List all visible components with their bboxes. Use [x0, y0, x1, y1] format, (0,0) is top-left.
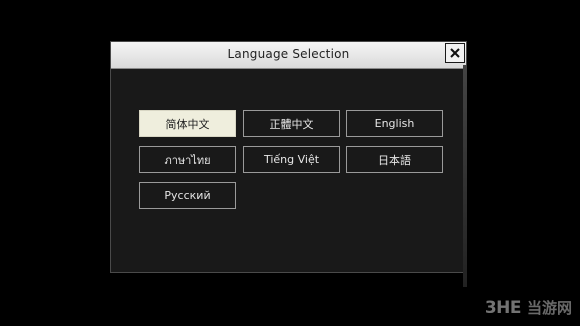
language-button-thai[interactable]: ภาษาไทย [139, 146, 236, 173]
language-button-japanese[interactable]: 日本語 [346, 146, 443, 173]
watermark-logo: 3HE [484, 297, 522, 318]
watermark: 3HE 当游网 [485, 297, 572, 318]
close-x-icon [450, 48, 460, 58]
close-button[interactable] [445, 43, 465, 63]
language-button-russian[interactable]: Русский [139, 182, 236, 209]
language-button-simplified-chinese[interactable]: 简体中文 [139, 110, 236, 137]
dialog-titlebar: Language Selection [111, 42, 466, 69]
dialog-title: Language Selection [227, 47, 350, 61]
language-button-english[interactable]: English [346, 110, 443, 137]
watermark-text: 当游网 [526, 299, 572, 317]
dialog-shadow-edge [463, 65, 467, 287]
language-button-traditional-chinese[interactable]: 正體中文 [243, 110, 340, 137]
language-button-vietnamese[interactable]: Tiếng Việt [243, 146, 340, 173]
language-selection-dialog: Language Selection 简体中文 正體中文 English ภาษ… [110, 41, 467, 273]
